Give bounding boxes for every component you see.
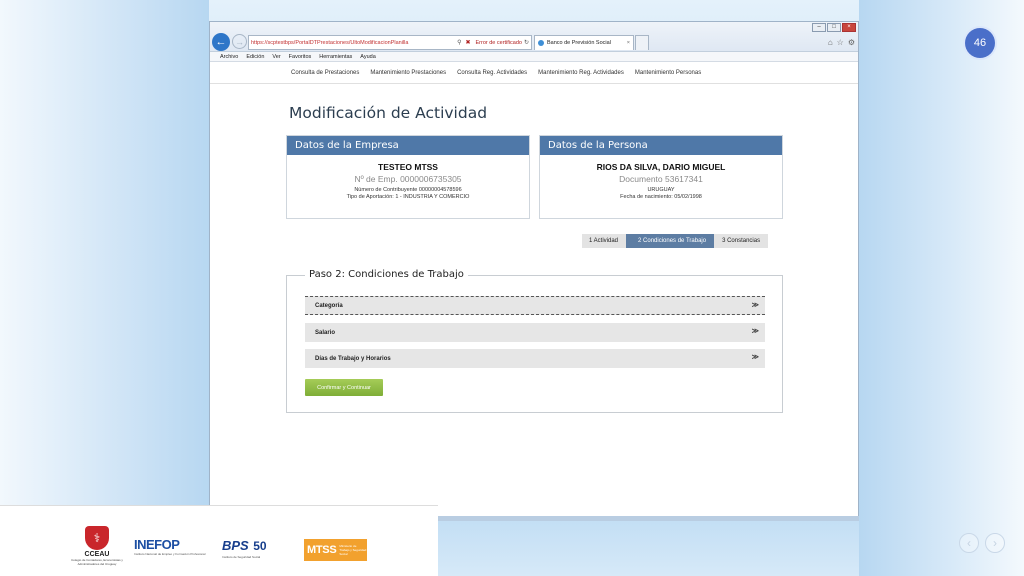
ceeau-shield-icon: ⚕ xyxy=(85,526,109,550)
address-url[interactable]: https://scptestbps/PortalDTPrestaciones/… xyxy=(251,40,455,46)
mtss-name: MTSS xyxy=(307,544,337,556)
wizard-steps: 1 Actividad 2 Condiciones de Trabajo 3 C… xyxy=(582,234,769,248)
refresh-icon[interactable]: ↻ xyxy=(524,39,529,46)
persona-panel-header: Datos de la Persona xyxy=(540,136,782,155)
close-window-icon[interactable]: × xyxy=(842,23,856,32)
menu-item-3[interactable]: Favoritos xyxy=(289,54,312,60)
site-nav-item-3[interactable]: Mantenimiento Reg. Actividades xyxy=(538,70,624,76)
mtss-logo: MTSS Ministerio de Trabajo y Seguridad S… xyxy=(304,539,367,561)
accordion-categoria[interactable]: Categoría ≫ xyxy=(305,296,765,315)
menu-item-0[interactable]: Archivo xyxy=(220,54,238,60)
site-nav-item-4[interactable]: Mantenimiento Personas xyxy=(635,70,701,76)
site-nav-item-2[interactable]: Consulta Reg. Actividades xyxy=(457,70,527,76)
certificate-error[interactable]: Error de certificado xyxy=(476,40,522,46)
home-icon[interactable]: ⌂ xyxy=(828,38,833,47)
bps-subtitle: Instituto de Seguridad Social xyxy=(222,555,261,559)
slide-background-right xyxy=(859,0,1024,576)
window-controls: – □ × xyxy=(812,23,856,32)
empresa-name: TESTEO MTSS xyxy=(378,162,438,172)
maximize-icon[interactable]: □ xyxy=(827,23,841,32)
star-icon[interactable]: ☆ xyxy=(837,38,844,47)
accordion-categoria-label: Categoría xyxy=(315,302,343,309)
bps-logo: BPS 50 Instituto de Seguridad Social xyxy=(222,537,267,559)
footer-logos: ⚕ CCEAU Colegio de Contadores, Economist… xyxy=(0,505,438,576)
menu-item-4[interactable]: Herramientas xyxy=(319,54,352,60)
search-icon[interactable]: ⚲ xyxy=(457,39,461,46)
browser-menu-bar: Archivo Edición Ver Favoritos Herramientas Ay… xyxy=(210,52,858,62)
persona-nacimiento: Fecha de nacimiento: 05/02/1998 xyxy=(620,194,702,200)
browser-tab[interactable]: Banco de Previsión Social × xyxy=(534,35,634,50)
confirm-continue-button[interactable]: Confirmar y Continuar xyxy=(305,379,383,396)
chevron-right-icon[interactable]: › xyxy=(985,533,1005,553)
empresa-panel-header: Datos de la Empresa xyxy=(287,136,529,155)
persona-documento: Documento 53617341 xyxy=(619,174,703,184)
accordion-salario-label: Salario xyxy=(315,329,336,336)
persona-panel: Datos de la Persona RIOS DA SILVA, DARIO… xyxy=(539,135,783,219)
page-title: Modificación de Actividad xyxy=(289,104,488,122)
close-icon[interactable]: × xyxy=(627,40,630,46)
slide-navigation: ‹ › xyxy=(959,533,1005,553)
chevron-double-down-icon[interactable]: ≫ xyxy=(752,301,759,309)
persona-name: RIOS DA SILVA, DARIO MIGUEL xyxy=(596,162,726,172)
inefop-logo: INEFOP Instituto Nacional de Empleo y Fo… xyxy=(134,537,205,556)
inefop-name: INEFOP xyxy=(134,537,180,552)
site-nav-item-1[interactable]: Mantenimiento Prestaciones xyxy=(370,70,446,76)
empresa-contribuyente: Número de Contribuyente 00000004578596 xyxy=(354,187,462,193)
back-arrow-icon[interactable]: ← xyxy=(212,33,230,51)
persona-pais: URUGUAY xyxy=(647,187,675,193)
accordion-salario[interactable]: Salario ≫ xyxy=(305,323,765,342)
tab-title: Banco de Previsión Social xyxy=(547,40,611,46)
step-constancias[interactable]: 3 Constancias xyxy=(714,234,769,248)
empresa-number: Nº de Emp. 0000006735305 xyxy=(354,174,462,184)
mtss-subtitle: Ministerio de Trabajo y Seguridad Social xyxy=(339,544,367,556)
menu-item-2[interactable]: Ver xyxy=(272,54,280,60)
empresa-panel: Datos de la Empresa TESTEO MTSS Nº de Em… xyxy=(286,135,530,219)
step-actividad[interactable]: 1 Actividad xyxy=(582,234,627,248)
browser-tools: ⌂ ☆ ⚙ xyxy=(828,38,855,47)
step-condiciones[interactable]: 2 Condiciones de Trabajo xyxy=(626,234,715,248)
browser-window: ← → https://scptestbps/PortalDTPrestacio… xyxy=(209,21,859,521)
slide-background-left xyxy=(0,0,209,576)
conditions-fieldset: Paso 2: Condiciones de Trabajo Categoría… xyxy=(286,269,783,413)
accordion-dias-label: Días de Trabajo y Horarios xyxy=(315,355,391,362)
accordion-dias-horarios[interactable]: Días de Trabajo y Horarios ≫ xyxy=(305,349,765,368)
site-navigation: Consulta de Prestaciones Mantenimiento Pr… xyxy=(210,62,858,84)
empresa-aportacion: Tipo de Aportación: 1 - INDUSTRIA Y COME… xyxy=(346,194,470,200)
site-nav-item-0[interactable]: Consulta de Prestaciones xyxy=(291,70,359,76)
fieldset-legend: Paso 2: Condiciones de Trabajo xyxy=(305,269,468,280)
menu-item-1[interactable]: Edición xyxy=(246,54,264,60)
favicon-icon xyxy=(538,40,544,46)
gear-icon[interactable]: ⚙ xyxy=(848,38,855,47)
browser-toolbar: ← → https://scptestbps/PortalDTPrestacio… xyxy=(210,22,858,52)
bps-name: BPS xyxy=(222,538,249,553)
address-bar[interactable]: https://scptestbps/PortalDTPrestaciones/… xyxy=(248,35,532,50)
ceeau-subtitle: Colegio de Contadores, Economistas y Adm… xyxy=(71,558,123,566)
new-tab-button[interactable] xyxy=(635,35,649,50)
menu-item-5[interactable]: Ayuda xyxy=(360,54,376,60)
chevron-double-down-icon[interactable]: ≫ xyxy=(752,327,759,335)
bps-50-years: 50 xyxy=(253,539,267,553)
forward-arrow-icon[interactable]: → xyxy=(232,34,247,49)
minimize-icon[interactable]: – xyxy=(812,23,826,32)
ceeau-logo: ⚕ CCEAU Colegio de Contadores, Economist… xyxy=(71,526,123,574)
inefop-subtitle: Instituto Nacional de Empleo y Formación… xyxy=(134,552,206,556)
ceeau-name: CCEAU xyxy=(84,551,110,558)
chevron-left-icon[interactable]: ‹ xyxy=(959,533,979,553)
slide-page-number: 46 xyxy=(965,28,995,58)
lock-icon: ✖ xyxy=(465,40,471,46)
chevron-double-down-icon[interactable]: ≫ xyxy=(752,353,759,361)
